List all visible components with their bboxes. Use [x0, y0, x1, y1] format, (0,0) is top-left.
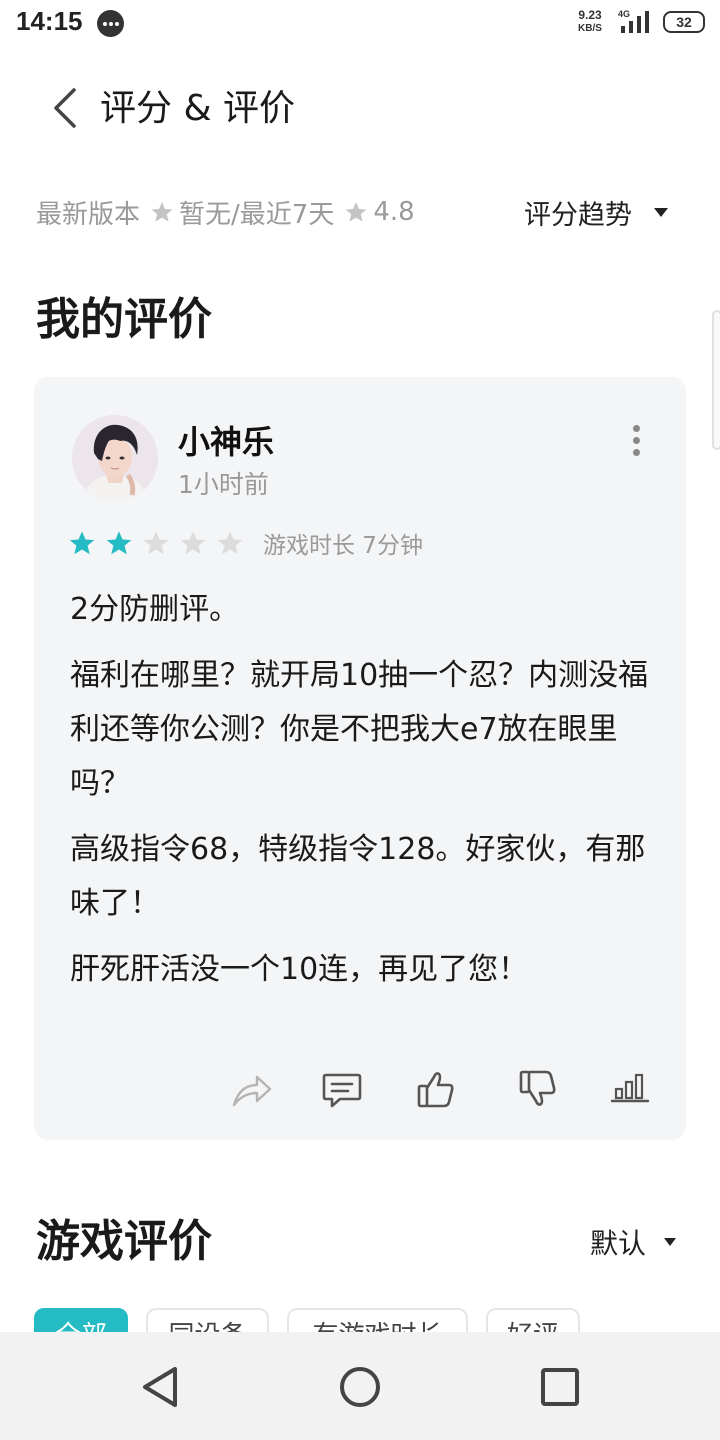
nav-recents-button[interactable]: [535, 1362, 585, 1412]
share-button[interactable]: [230, 1067, 274, 1111]
signal-icon: 4G: [618, 9, 649, 33]
star-empty-icon: [217, 531, 243, 555]
square-recents-icon: [541, 1368, 579, 1406]
page-title: 评分 & 评价: [100, 88, 295, 129]
message-notification-icon: [97, 10, 124, 37]
latest-version-label: 最新版本: [36, 199, 141, 230]
status-time: 14:15: [16, 6, 83, 36]
avatar[interactable]: [72, 415, 158, 501]
filter-chip-all[interactable]: 全部: [34, 1308, 128, 1332]
review-time: 1小时前: [178, 470, 269, 499]
nav-back-button[interactable]: [135, 1362, 185, 1412]
stats-icon: [610, 1073, 650, 1103]
star-empty-icon: [180, 531, 206, 555]
dislike-button[interactable]: [516, 1067, 560, 1111]
network-type: 4G: [618, 9, 630, 19]
play-time: 游戏时长 7分钟: [263, 533, 423, 559]
rating-trend-dropdown[interactable]: 评分趋势: [524, 192, 668, 232]
network-speed-unit: KB/S: [578, 23, 602, 34]
nav-home-button[interactable]: [335, 1362, 385, 1412]
comment-icon: [322, 1073, 362, 1108]
back-button[interactable]: [44, 82, 88, 134]
review-paragraph: 肝死肝活没一个10连，再见了您！: [70, 952, 529, 987]
circle-home-icon: [340, 1367, 380, 1407]
my-review-title: 我的评价: [36, 294, 212, 345]
more-vertical-icon: [633, 425, 640, 432]
network-speed: 9.23 KB/S: [572, 9, 608, 35]
review-user-name[interactable]: 小神乐: [178, 417, 274, 463]
review-paragraph: 福利在哪里？就开局10抽一个忍？内测没福利还等你公测？你是不把我大e7放在眼里吗…: [70, 658, 649, 801]
filter-chip-positive[interactable]: 好评: [486, 1308, 580, 1332]
triangle-back-icon: [143, 1367, 177, 1407]
more-options-button[interactable]: [628, 423, 644, 457]
caret-down-icon: [664, 1238, 677, 1246]
share-icon: [232, 1075, 272, 1107]
network-speed-value: 9.23: [578, 8, 602, 22]
filter-chip-same-device[interactable]: 同设备: [146, 1308, 269, 1332]
rating-summary: 最新版本 暂无 /最近7天 4.8: [36, 192, 415, 232]
recent-label: /最近7天: [231, 199, 335, 230]
comment-button[interactable]: [320, 1067, 364, 1111]
sort-label: 默认: [590, 1227, 647, 1260]
caret-down-icon: [654, 207, 668, 217]
recent-rating-value: 4.8: [373, 197, 415, 227]
review-paragraph: 高级指令68，特级指令128。好家伙，有那味了！: [70, 832, 646, 921]
status-bar: 14:15 9.23 KB/S 4G 32: [0, 0, 720, 48]
thumbs-up-icon: [417, 1072, 454, 1108]
review-content: 2分防删评。 福利在哪里？就开局10抽一个忍？内测没福利还等你公测？你是不把我大…: [70, 583, 650, 1009]
edge-scroll-handle[interactable]: [712, 310, 720, 450]
sort-dropdown[interactable]: 默认: [590, 1222, 677, 1262]
star-icon: [151, 202, 173, 222]
chevron-left-icon: [54, 88, 76, 128]
my-review-card: 小神乐 1小时前 游戏时长 7分钟 2分防删评。 福利在哪里？就开局10抽一个忍…: [34, 377, 686, 1140]
review-rating: 游戏时长 7分钟: [68, 526, 423, 560]
star-filled-icon: [69, 531, 95, 555]
rating-trend-label: 评分趋势: [524, 199, 632, 231]
like-button[interactable]: [414, 1067, 458, 1111]
thumbs-down-icon: [519, 1070, 556, 1106]
star-empty-icon: [143, 531, 169, 555]
review-paragraph: 2分防删评。: [70, 592, 240, 627]
star-filled-icon: [106, 531, 132, 555]
battery-icon: 32: [663, 11, 705, 33]
star-icon: [345, 202, 367, 222]
system-navigation-bar: [0, 1332, 720, 1440]
latest-version-value: 暂无: [179, 199, 232, 230]
game-reviews-title: 游戏评价: [36, 1216, 212, 1267]
filter-chip-has-playtime[interactable]: 有游戏时长: [287, 1308, 468, 1332]
stats-button[interactable]: [608, 1067, 652, 1111]
user-avatar-image: [72, 415, 158, 501]
battery-level: 32: [676, 14, 692, 30]
review-filter-chips: 全部 同设备 有游戏时长 好评: [34, 1308, 720, 1332]
